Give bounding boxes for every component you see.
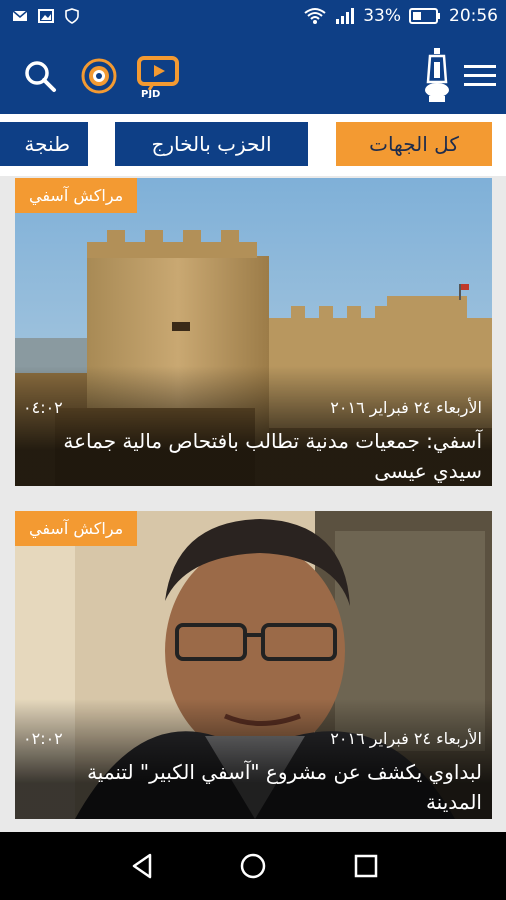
battery-icon [409,8,440,24]
battery-percent: 33% [363,6,401,26]
category-badge[interactable]: مراكش آسفي [15,511,138,546]
region-tabs: كل الجهات الحزب بالخارج طنجة [0,114,506,176]
app-bar: PJD [0,36,506,114]
wifi-icon [304,8,326,24]
compass-icon[interactable] [80,57,118,95]
category-badge[interactable]: مراكش آسفي [15,178,138,213]
gallery-icon [38,9,54,23]
article-title[interactable]: آسفي: جمعيات مدنية تطالب بافتحاص مالية ج… [25,426,482,486]
pjd-logo-text: PJD [141,89,160,98]
pjd-tv-logo[interactable]: PJD [133,54,183,102]
article-date: الأربعاء ٢٤ فبراير ٢٠١٦ [330,729,482,748]
article-time: ٠٤:٠٢ [23,398,63,417]
back-icon[interactable] [128,852,156,880]
home-icon[interactable] [239,852,267,880]
signal-icon [336,8,355,24]
article-title[interactable]: لبداوي يكشف عن مشروع "آسفي الكبير" لتنمي… [25,757,482,817]
recents-icon[interactable] [352,852,380,880]
article-time: ٠٢:٠٢ [23,729,63,748]
search-icon[interactable] [22,58,58,94]
tab-all-regions[interactable]: كل الجهات [336,122,492,166]
article-card[interactable]: مراكش آسفي الأربعاء ٢٤ فبراير ٢٠١٦ ٠٢:٠٢… [15,511,492,819]
party-lamp-logo [425,48,449,102]
shield-icon [65,8,79,24]
menu-icon[interactable] [462,62,498,90]
system-nav-bar [0,832,506,900]
clock: 20:56 [449,6,498,26]
status-bar: 33% 20:56 [0,0,506,36]
mail-icon [12,10,28,21]
tab-party-abroad[interactable]: الحزب بالخارج [115,122,308,166]
article-card[interactable]: مراكش آسفي الأربعاء ٢٤ فبراير ٢٠١٦ ٠٤:٠٢… [15,178,492,486]
tab-tangier[interactable]: طنجة [0,122,88,166]
article-date: الأربعاء ٢٤ فبراير ٢٠١٦ [330,398,482,417]
